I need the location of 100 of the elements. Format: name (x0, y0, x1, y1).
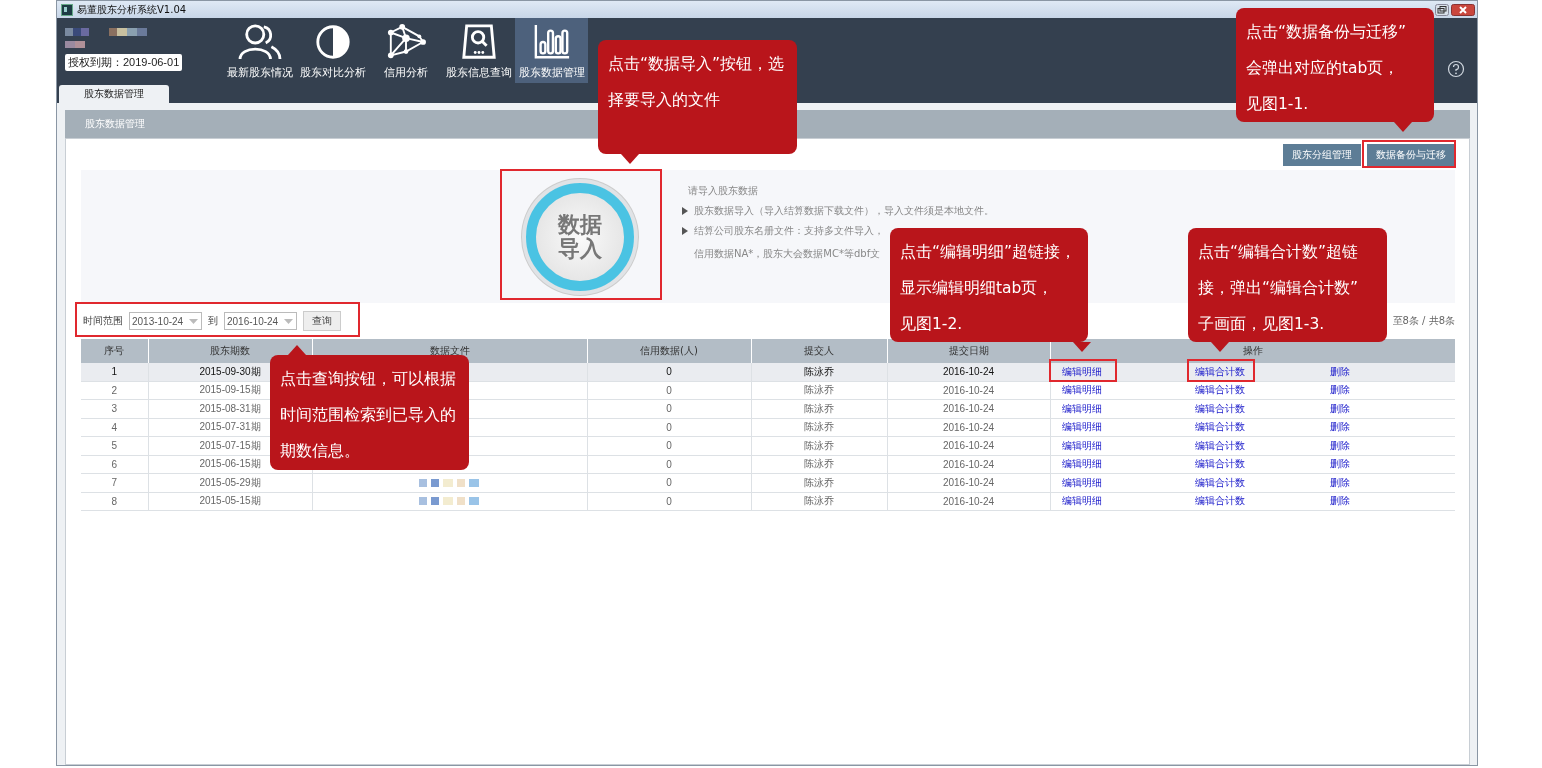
table-link[interactable]: 编辑合计数 (1195, 458, 1245, 470)
table-cell: 3 (81, 399, 148, 418)
callout-pointer-tooltip (1394, 122, 1412, 132)
nav-item[interactable]: 股东对比分析 (296, 18, 369, 83)
table-cell: 2016-10-24 (887, 473, 1050, 492)
date-field[interactable]: 2016-10-24 (224, 312, 297, 330)
table-cell: 陈泳乔 (751, 455, 887, 474)
dropdown-icon (284, 318, 293, 324)
window-title: 易董股东分析系统V1.04 (77, 2, 187, 17)
table-link[interactable]: 编辑明细 (1061, 439, 1102, 451)
dropdown-icon (189, 318, 198, 324)
table-cell: 0 (587, 436, 751, 455)
table-link[interactable]: 编辑合计数 (1195, 495, 1245, 507)
callout-pointer-tooltip (1211, 342, 1229, 352)
table-cell: 2016-10-24 (887, 418, 1050, 437)
action-button[interactable]: 数据备份与迁移 (1367, 144, 1455, 166)
nav-item[interactable]: 股东数据管理 (515, 18, 588, 83)
table-cell: 4 (81, 418, 148, 437)
callout-tooltip: 点击“数据导入”按钮，选 择要导入的文件 (598, 40, 797, 154)
table-cell: 0 (587, 381, 751, 400)
table-cell: 2015-05-15期 (148, 492, 312, 511)
table-cell: 0 (587, 473, 751, 492)
table-cell: 2016-10-24 (887, 399, 1050, 418)
users-icon (236, 23, 283, 61)
table-link[interactable]: 删除 (1330, 402, 1350, 414)
callout-pointer-tooltip (621, 154, 639, 164)
table-link[interactable]: 删除 (1330, 384, 1350, 396)
help-icon[interactable] (1447, 60, 1465, 78)
callout-tooltip: 点击查询按钮，可以根据 时间范围检索到已导入的 期数信息。 (270, 355, 469, 470)
table-link[interactable]: 编辑合计数 (1195, 421, 1245, 433)
bar-chart-icon (532, 23, 571, 61)
highlight-frame (1049, 359, 1117, 382)
table-cell: 6 (81, 455, 148, 474)
callout-tooltip: 点击“编辑明细”超链接， 显示编辑明细tab页， 见图1-2. (890, 228, 1088, 342)
instruction-text: 股东数据导入（导入结算数据下载文件），导入文件须是本地文件。 (694, 204, 994, 218)
close-icon[interactable] (1451, 3, 1475, 16)
license-expiry: 授权到期：2019-06-01 (65, 54, 183, 71)
bullet-icon (682, 207, 688, 215)
table-cell: 陈泳乔 (751, 418, 887, 437)
table-cell: 0 (587, 399, 751, 418)
table-link[interactable]: 编辑明细 (1061, 384, 1102, 396)
restore-icon[interactable] (1435, 3, 1449, 16)
panel-title: 股东数据管理 (85, 117, 145, 131)
filter-label: 时间范围 (83, 314, 123, 328)
nav-item[interactable]: 最新股东情况 (223, 18, 296, 83)
table-cell: 陈泳乔 (751, 381, 887, 400)
action-button[interactable]: 股东分组管理 (1283, 144, 1361, 166)
table-cell: 2016-10-24 (887, 381, 1050, 400)
column-header: 信用数据(人) (587, 339, 751, 363)
table-link[interactable]: 编辑明细 (1061, 458, 1102, 470)
contrast-icon (313, 23, 352, 61)
table-cell: 5 (81, 436, 148, 455)
date-field[interactable]: 2013-10-24 (129, 312, 202, 330)
callout-tooltip: 点击“数据备份与迁移” 会弹出对应的tab页， 见图1-1. (1236, 8, 1434, 122)
callout-tooltip: 点击“编辑合计数”超链 接，弹出“编辑合计数” 子画面，见图1-3. (1188, 228, 1387, 342)
table-link[interactable]: 编辑明细 (1061, 421, 1102, 433)
table-cell: 2016-10-24 (887, 436, 1050, 455)
table-cell: 陈泳乔 (751, 492, 887, 511)
tab[interactable]: 股东数据管理 (59, 85, 169, 103)
table-cell: 0 (587, 363, 751, 381)
table-cell: 2016-10-24 (887, 363, 1050, 381)
table-cell: 2016-10-24 (887, 455, 1050, 474)
table-cell: 0 (587, 418, 751, 437)
column-header: 序号 (81, 339, 148, 363)
table-cell: 7 (81, 473, 148, 492)
table-link[interactable]: 删除 (1330, 421, 1350, 433)
table-cell: 陈泳乔 (751, 436, 887, 455)
table-link[interactable]: 编辑合计数 (1195, 384, 1245, 396)
pagination-info: 至8条 / 共8条 (1392, 314, 1455, 328)
table-link[interactable]: 编辑合计数 (1195, 402, 1245, 414)
table-cell: 0 (587, 492, 751, 511)
table-cell: 陈泳乔 (751, 363, 887, 381)
nav-item[interactable]: 股东信息查询 (442, 18, 515, 83)
instruction-text: 结算公司股东名册文件：支持多文件导入， 信用数据NA*，股东大会数据MC*等dbf文 (694, 224, 884, 261)
table-link[interactable]: 删除 (1330, 495, 1350, 507)
table-cell: 8 (81, 492, 148, 511)
bullet-icon (682, 227, 688, 235)
table-link[interactable]: 删除 (1330, 458, 1350, 470)
table-link[interactable]: 编辑明细 (1061, 402, 1102, 414)
nav-item[interactable]: 信用分析 (369, 18, 442, 83)
table-cell: 陈泳乔 (751, 399, 887, 418)
column-header: 提交人 (751, 339, 887, 363)
table-link[interactable]: 编辑合计数 (1195, 439, 1245, 451)
table-link[interactable]: 删除 (1330, 439, 1350, 451)
search-icon (459, 23, 498, 61)
callout-pointer-tooltip (1073, 342, 1091, 352)
table-link[interactable]: 编辑明细 (1061, 495, 1102, 507)
table-cell: 2 (81, 381, 148, 400)
table-cell: 0 (587, 455, 751, 474)
table-cell: 1 (81, 363, 148, 381)
table-cell: 2015-05-29期 (148, 473, 312, 492)
query-button[interactable]: 查询 (303, 311, 341, 331)
table-link[interactable]: 删除 (1330, 365, 1350, 377)
table-cell: 2016-10-24 (887, 492, 1050, 511)
range-separator: 到 (208, 314, 218, 328)
table-link[interactable]: 删除 (1330, 476, 1350, 488)
table-link[interactable]: 编辑明细 (1061, 476, 1102, 488)
app-icon (61, 3, 73, 16)
highlight-frame (1187, 359, 1255, 382)
table-link[interactable]: 编辑合计数 (1195, 476, 1245, 488)
